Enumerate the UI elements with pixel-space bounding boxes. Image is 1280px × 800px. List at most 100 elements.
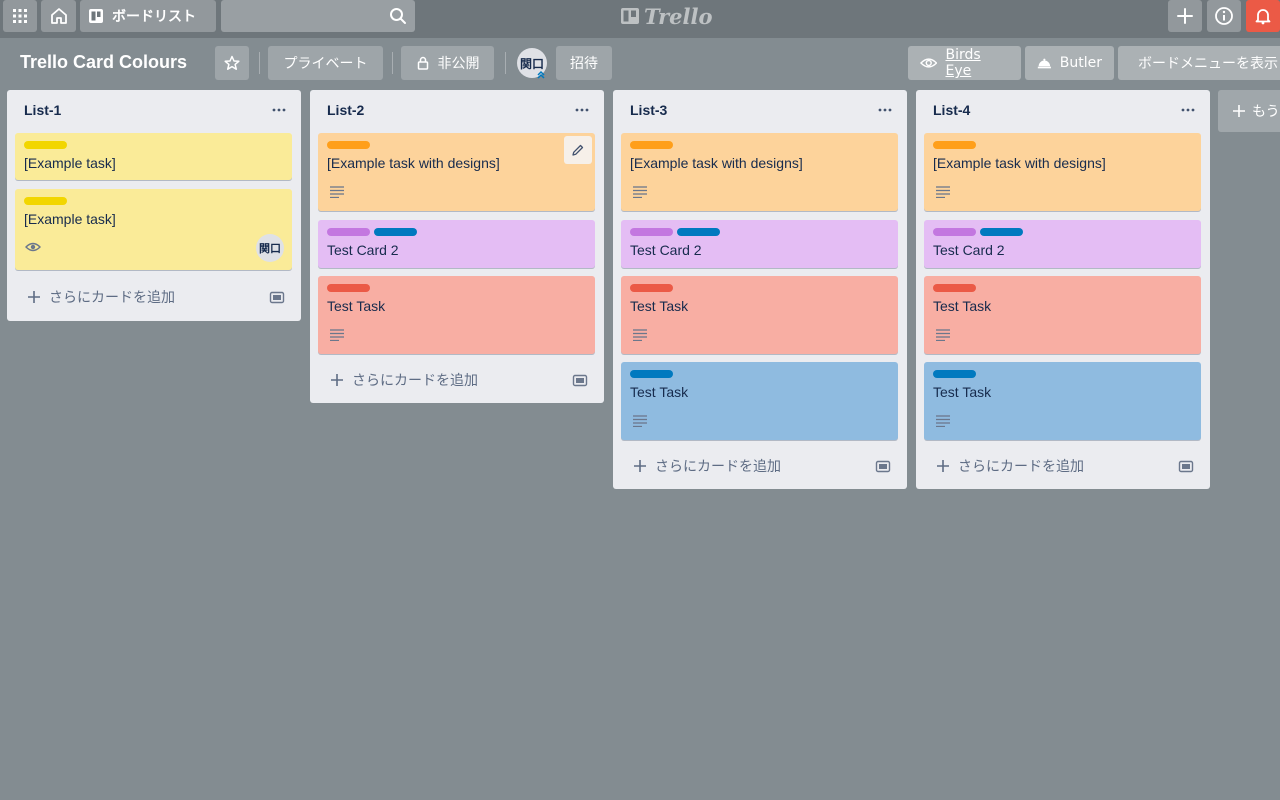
- add-list-button[interactable]: もう1つリストを追加: [1218, 90, 1280, 132]
- label-red[interactable]: [630, 284, 673, 292]
- butler-label: Butler: [1059, 55, 1102, 71]
- team-visibility-button[interactable]: プライベート: [268, 46, 383, 80]
- butler-button[interactable]: Butler: [1025, 46, 1114, 80]
- card[interactable]: Test Task: [621, 276, 898, 354]
- info-button[interactable]: [1207, 0, 1241, 32]
- board-icon: [89, 9, 103, 23]
- label-yellow[interactable]: [24, 197, 67, 205]
- add-list-label: もう1つリストを追加: [1252, 104, 1280, 120]
- card[interactable]: [Example task with designs]: [318, 133, 595, 211]
- card-title: Test Task: [933, 384, 992, 400]
- create-button[interactable]: [1168, 0, 1202, 32]
- card-title: Test Task: [630, 298, 689, 314]
- board-title[interactable]: Trello Card Colours: [20, 52, 187, 73]
- card[interactable]: Test Card 2: [621, 220, 898, 268]
- star-icon: [224, 55, 240, 70]
- add-card-button[interactable]: さらにカードを追加: [633, 456, 781, 476]
- trello-logo[interactable]: Trello: [620, 4, 713, 29]
- description-icon: [633, 415, 647, 427]
- label-purple[interactable]: [630, 228, 673, 236]
- card-title: Test Card 2: [630, 242, 702, 258]
- lock-icon: [417, 56, 428, 70]
- list-title[interactable]: List-1: [24, 102, 61, 118]
- eye-icon: [920, 58, 938, 68]
- add-card-button[interactable]: さらにカードを追加: [330, 370, 478, 390]
- label-blue[interactable]: [630, 370, 673, 378]
- label-orange[interactable]: [630, 141, 673, 149]
- card-labels: [933, 141, 976, 149]
- birds-eye-button[interactable]: Birds Eye: [908, 46, 1021, 80]
- add-card-label: さらにカードを追加: [352, 373, 478, 389]
- search-input[interactable]: [221, 0, 415, 32]
- card[interactable]: [Example task]: [15, 133, 292, 180]
- description-icon: [633, 186, 647, 198]
- plus-icon: [28, 291, 40, 303]
- list-title[interactable]: List-3: [630, 102, 667, 118]
- card-labels: [327, 141, 370, 149]
- list: List-3 [Example task with designs] Test …: [613, 90, 907, 489]
- list: List-2 [Example task with designs] Test …: [310, 90, 604, 403]
- list-title[interactable]: List-4: [933, 102, 970, 118]
- list-menu-button[interactable]: [1180, 102, 1196, 118]
- card-title: [Example task]: [24, 211, 116, 227]
- home-button[interactable]: [41, 0, 76, 32]
- card[interactable]: Test Task: [924, 276, 1201, 354]
- label-purple[interactable]: [933, 228, 976, 236]
- label-orange[interactable]: [933, 141, 976, 149]
- card-template-icon[interactable]: [269, 290, 285, 304]
- notifications-button[interactable]: [1246, 0, 1280, 32]
- edit-card-button[interactable]: [564, 136, 592, 164]
- label-blue[interactable]: [933, 370, 976, 378]
- privacy-button[interactable]: 非公開: [401, 46, 494, 80]
- list-menu-button[interactable]: [574, 102, 590, 118]
- list-menu-button[interactable]: [271, 102, 287, 118]
- list-title[interactable]: List-2: [327, 102, 364, 118]
- invite-button[interactable]: 招待: [556, 46, 612, 80]
- label-blue[interactable]: [980, 228, 1023, 236]
- card-labels: [630, 284, 673, 292]
- card-title: Test Card 2: [933, 242, 1005, 258]
- home-icon: [50, 8, 67, 24]
- card-template-icon[interactable]: [572, 373, 588, 387]
- star-button[interactable]: [215, 46, 249, 80]
- card[interactable]: [Example task] 関口: [15, 189, 292, 270]
- card[interactable]: Test Task: [318, 276, 595, 354]
- card[interactable]: Test Task: [924, 362, 1201, 440]
- card[interactable]: [Example task with designs]: [621, 133, 898, 211]
- card-template-icon[interactable]: [1178, 459, 1194, 473]
- card-title: Test Task: [933, 298, 992, 314]
- description-icon: [936, 415, 950, 427]
- label-blue[interactable]: [677, 228, 720, 236]
- add-card-button[interactable]: さらにカードを追加: [936, 456, 1084, 476]
- invite-label: 招待: [570, 56, 598, 72]
- header-divider: [392, 52, 393, 74]
- description-icon: [633, 329, 647, 341]
- card-labels: [24, 141, 67, 149]
- admin-chevron-icon: [535, 68, 547, 80]
- description-icon: [936, 186, 950, 198]
- plus-icon: [634, 460, 646, 472]
- label-orange[interactable]: [327, 141, 370, 149]
- card[interactable]: Test Card 2: [318, 220, 595, 268]
- boards-button[interactable]: ボードリスト: [80, 0, 216, 32]
- list-menu-button[interactable]: [877, 102, 893, 118]
- card[interactable]: Test Card 2: [924, 220, 1201, 268]
- apps-button[interactable]: [3, 0, 37, 32]
- add-card-button[interactable]: さらにカードを追加: [27, 287, 175, 307]
- card-member-avatar[interactable]: 関口: [256, 234, 284, 262]
- label-red[interactable]: [933, 284, 976, 292]
- card[interactable]: [Example task with designs]: [924, 133, 1201, 211]
- bell-icon: [1255, 9, 1271, 25]
- label-blue[interactable]: [374, 228, 417, 236]
- card-title: [Example task]: [24, 155, 116, 171]
- card-template-icon[interactable]: [875, 459, 891, 473]
- plus-icon: [331, 374, 343, 386]
- board-menu-button[interactable]: ボードメニューを表示: [1118, 46, 1280, 80]
- birds-eye-label: Birds Eye: [945, 47, 981, 79]
- card[interactable]: Test Task: [621, 362, 898, 440]
- card-title: Test Card 2: [327, 242, 399, 258]
- label-red[interactable]: [327, 284, 370, 292]
- label-purple[interactable]: [327, 228, 370, 236]
- label-yellow[interactable]: [24, 141, 67, 149]
- privacy-label: 非公開: [437, 56, 480, 72]
